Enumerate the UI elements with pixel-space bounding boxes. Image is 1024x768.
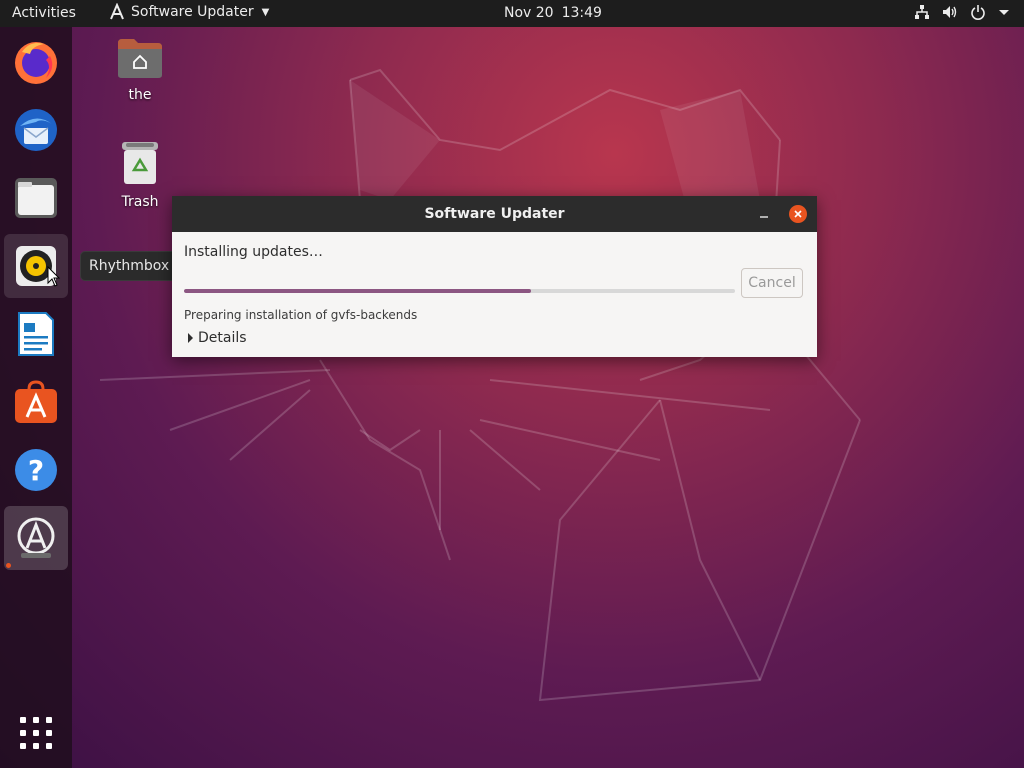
trash-icon (122, 142, 158, 184)
minimize-button[interactable] (754, 204, 774, 224)
help-icon: ? (15, 449, 57, 491)
system-tray[interactable] (914, 4, 1010, 20)
dock-item-software-updater[interactable] (4, 506, 68, 570)
files-icon (15, 178, 57, 218)
cancel-button[interactable]: Cancel (741, 268, 803, 298)
software-updater-icon (110, 3, 124, 20)
wallpaper-cat-lines (99, 68, 861, 702)
app-menu[interactable]: Software Updater ▼ (109, 3, 269, 21)
desktop-icon-trash[interactable]: Trash (105, 140, 175, 210)
dock-item-thunderbird[interactable] (4, 98, 68, 162)
dock-item-ubuntu-software[interactable] (4, 370, 68, 434)
svg-text:?: ? (28, 454, 44, 487)
app-grid-icon[interactable] (20, 717, 52, 749)
mouse-pointer-icon (47, 266, 61, 287)
close-button[interactable] (789, 205, 807, 223)
dock-item-files[interactable] (4, 166, 68, 230)
power-icon[interactable] (970, 4, 986, 20)
status-text: Preparing installation of gvfs-backends (184, 308, 418, 322)
dialog-titlebar[interactable]: Software Updater (172, 196, 817, 232)
software-updater-icon (17, 517, 55, 558)
dialog-title: Software Updater (424, 206, 565, 222)
activities-button[interactable]: Activities (12, 5, 76, 21)
writer-icon (18, 312, 54, 356)
desktop-icon-label: Trash (121, 194, 159, 210)
dock: ? (0, 27, 72, 768)
volume-icon[interactable] (942, 4, 958, 20)
dock-tooltip: Rhythmbox (80, 251, 179, 281)
software-updater-dialog: Software Updater Installing updates… Can… (172, 196, 817, 357)
home-folder-icon (118, 39, 162, 78)
top-bar: Activities Software Updater ▼ Nov 20 13:4… (0, 0, 1024, 27)
app-menu-label: Software Updater (131, 4, 254, 20)
progress-bar (184, 289, 735, 293)
minimize-icon (760, 216, 768, 218)
dialog-heading: Installing updates… (184, 244, 323, 260)
dock-item-writer[interactable] (4, 302, 68, 366)
clock-date: Nov 20 (504, 5, 554, 21)
running-indicator (6, 563, 11, 568)
expander-arrow-icon (188, 333, 193, 343)
dock-item-firefox[interactable] (4, 30, 68, 94)
desktop-icon-label: the (128, 87, 152, 103)
chevron-down-icon[interactable] (998, 4, 1010, 20)
details-expander[interactable]: Details (188, 330, 247, 346)
details-label: Details (198, 330, 247, 346)
software-center-icon (15, 380, 57, 423)
desktop-icon-home[interactable]: the (105, 37, 175, 103)
clock[interactable]: Nov 20 13:49 (504, 5, 602, 21)
firefox-icon (15, 42, 57, 84)
chevron-down-icon: ▼ (261, 6, 270, 18)
thunderbird-icon (15, 109, 57, 151)
network-icon[interactable] (914, 4, 930, 20)
close-icon (794, 210, 802, 218)
progress-fill (184, 289, 532, 293)
clock-time: 13:49 (561, 5, 602, 21)
dock-item-help[interactable]: ? (4, 438, 68, 502)
